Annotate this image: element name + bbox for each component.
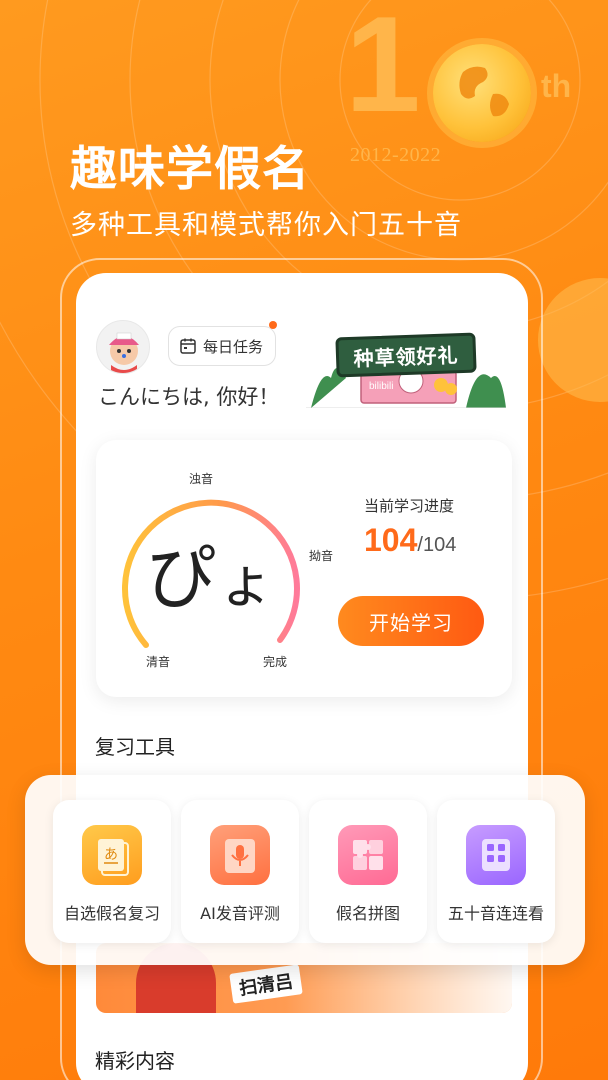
gauge-label-dakuon: 浊音 bbox=[189, 472, 214, 486]
progress-value: 104/104 bbox=[364, 522, 456, 559]
promo-brand: bilibili bbox=[369, 381, 394, 392]
promo-banner[interactable]: 种草领好礼 bilibili bbox=[306, 323, 506, 409]
anniversary-years: 2012-2022 bbox=[350, 144, 442, 166]
tool-label: 假名拼图 bbox=[335, 904, 400, 923]
tool-label: 自选假名复习 bbox=[63, 904, 160, 923]
tool-gojuon-match[interactable]: 五十音连连看 bbox=[437, 800, 555, 943]
progress-current: 104 bbox=[364, 522, 418, 558]
greeting-text: こんにちは, 你好！ bbox=[98, 385, 280, 409]
kana-small: ょ bbox=[218, 551, 276, 616]
tool-label: 五十音连连看 bbox=[447, 904, 544, 923]
anniversary-suffix: th bbox=[541, 68, 572, 104]
avatar-character-icon bbox=[109, 332, 139, 373]
globe-icon bbox=[433, 44, 531, 142]
progress-title: 当前学习进度 bbox=[364, 497, 455, 515]
gauge-label-seion: 清音 bbox=[146, 655, 171, 669]
review-tools-panel: あ 自选假名复习 AI发音评测 假名拼图 五十音连连看 bbox=[25, 775, 585, 965]
puzzle-icon bbox=[338, 825, 398, 885]
kana-main: ぴ bbox=[146, 537, 218, 619]
notification-dot bbox=[269, 321, 277, 329]
page-title: 趣味学假名 bbox=[70, 142, 310, 197]
tool-label: AI发音评测 bbox=[200, 904, 280, 923]
tool-kana-review[interactable]: あ 自选假名复习 bbox=[53, 800, 171, 943]
anniversary-logo: 1 th 2012-2022 bbox=[345, 0, 605, 170]
gauge-label-youon: 拗音 bbox=[309, 549, 334, 563]
progress-total: /104 bbox=[417, 534, 457, 556]
section-title-featured: 精彩内容 bbox=[95, 1049, 175, 1073]
current-kana[interactable]: ぴょ bbox=[146, 522, 276, 623]
microphone-icon bbox=[210, 825, 270, 885]
kana-card-icon: あ bbox=[82, 825, 142, 885]
gauge-label-complete: 完成 bbox=[263, 655, 288, 669]
daily-task-label: 每日任务 bbox=[203, 337, 264, 356]
anniversary-number: 1 bbox=[345, 0, 421, 140]
start-learning-button[interactable]: 开始学习 bbox=[338, 596, 484, 646]
calendar-icon bbox=[180, 338, 196, 354]
svg-text:あ: あ bbox=[104, 847, 118, 863]
learning-progress-card: ぴょ 浊音 拗音 清音 完成 当前学习进度 104/104 开始学习 bbox=[96, 440, 512, 697]
section-title-review-tools: 复习工具 bbox=[95, 735, 175, 759]
promo-text: 种草领好礼 bbox=[353, 342, 459, 371]
tool-ai-pronunciation[interactable]: AI发音评测 bbox=[181, 800, 299, 943]
page-subtitle: 多种工具和模式帮你入门五十音 bbox=[70, 210, 462, 241]
promo-sign: 种草领好礼 bbox=[335, 332, 477, 378]
avatar[interactable] bbox=[96, 320, 150, 374]
tool-kana-puzzle[interactable]: 假名拼图 bbox=[309, 800, 427, 943]
grid-match-icon bbox=[466, 825, 526, 885]
daily-task-button[interactable]: 每日任务 bbox=[168, 326, 276, 366]
